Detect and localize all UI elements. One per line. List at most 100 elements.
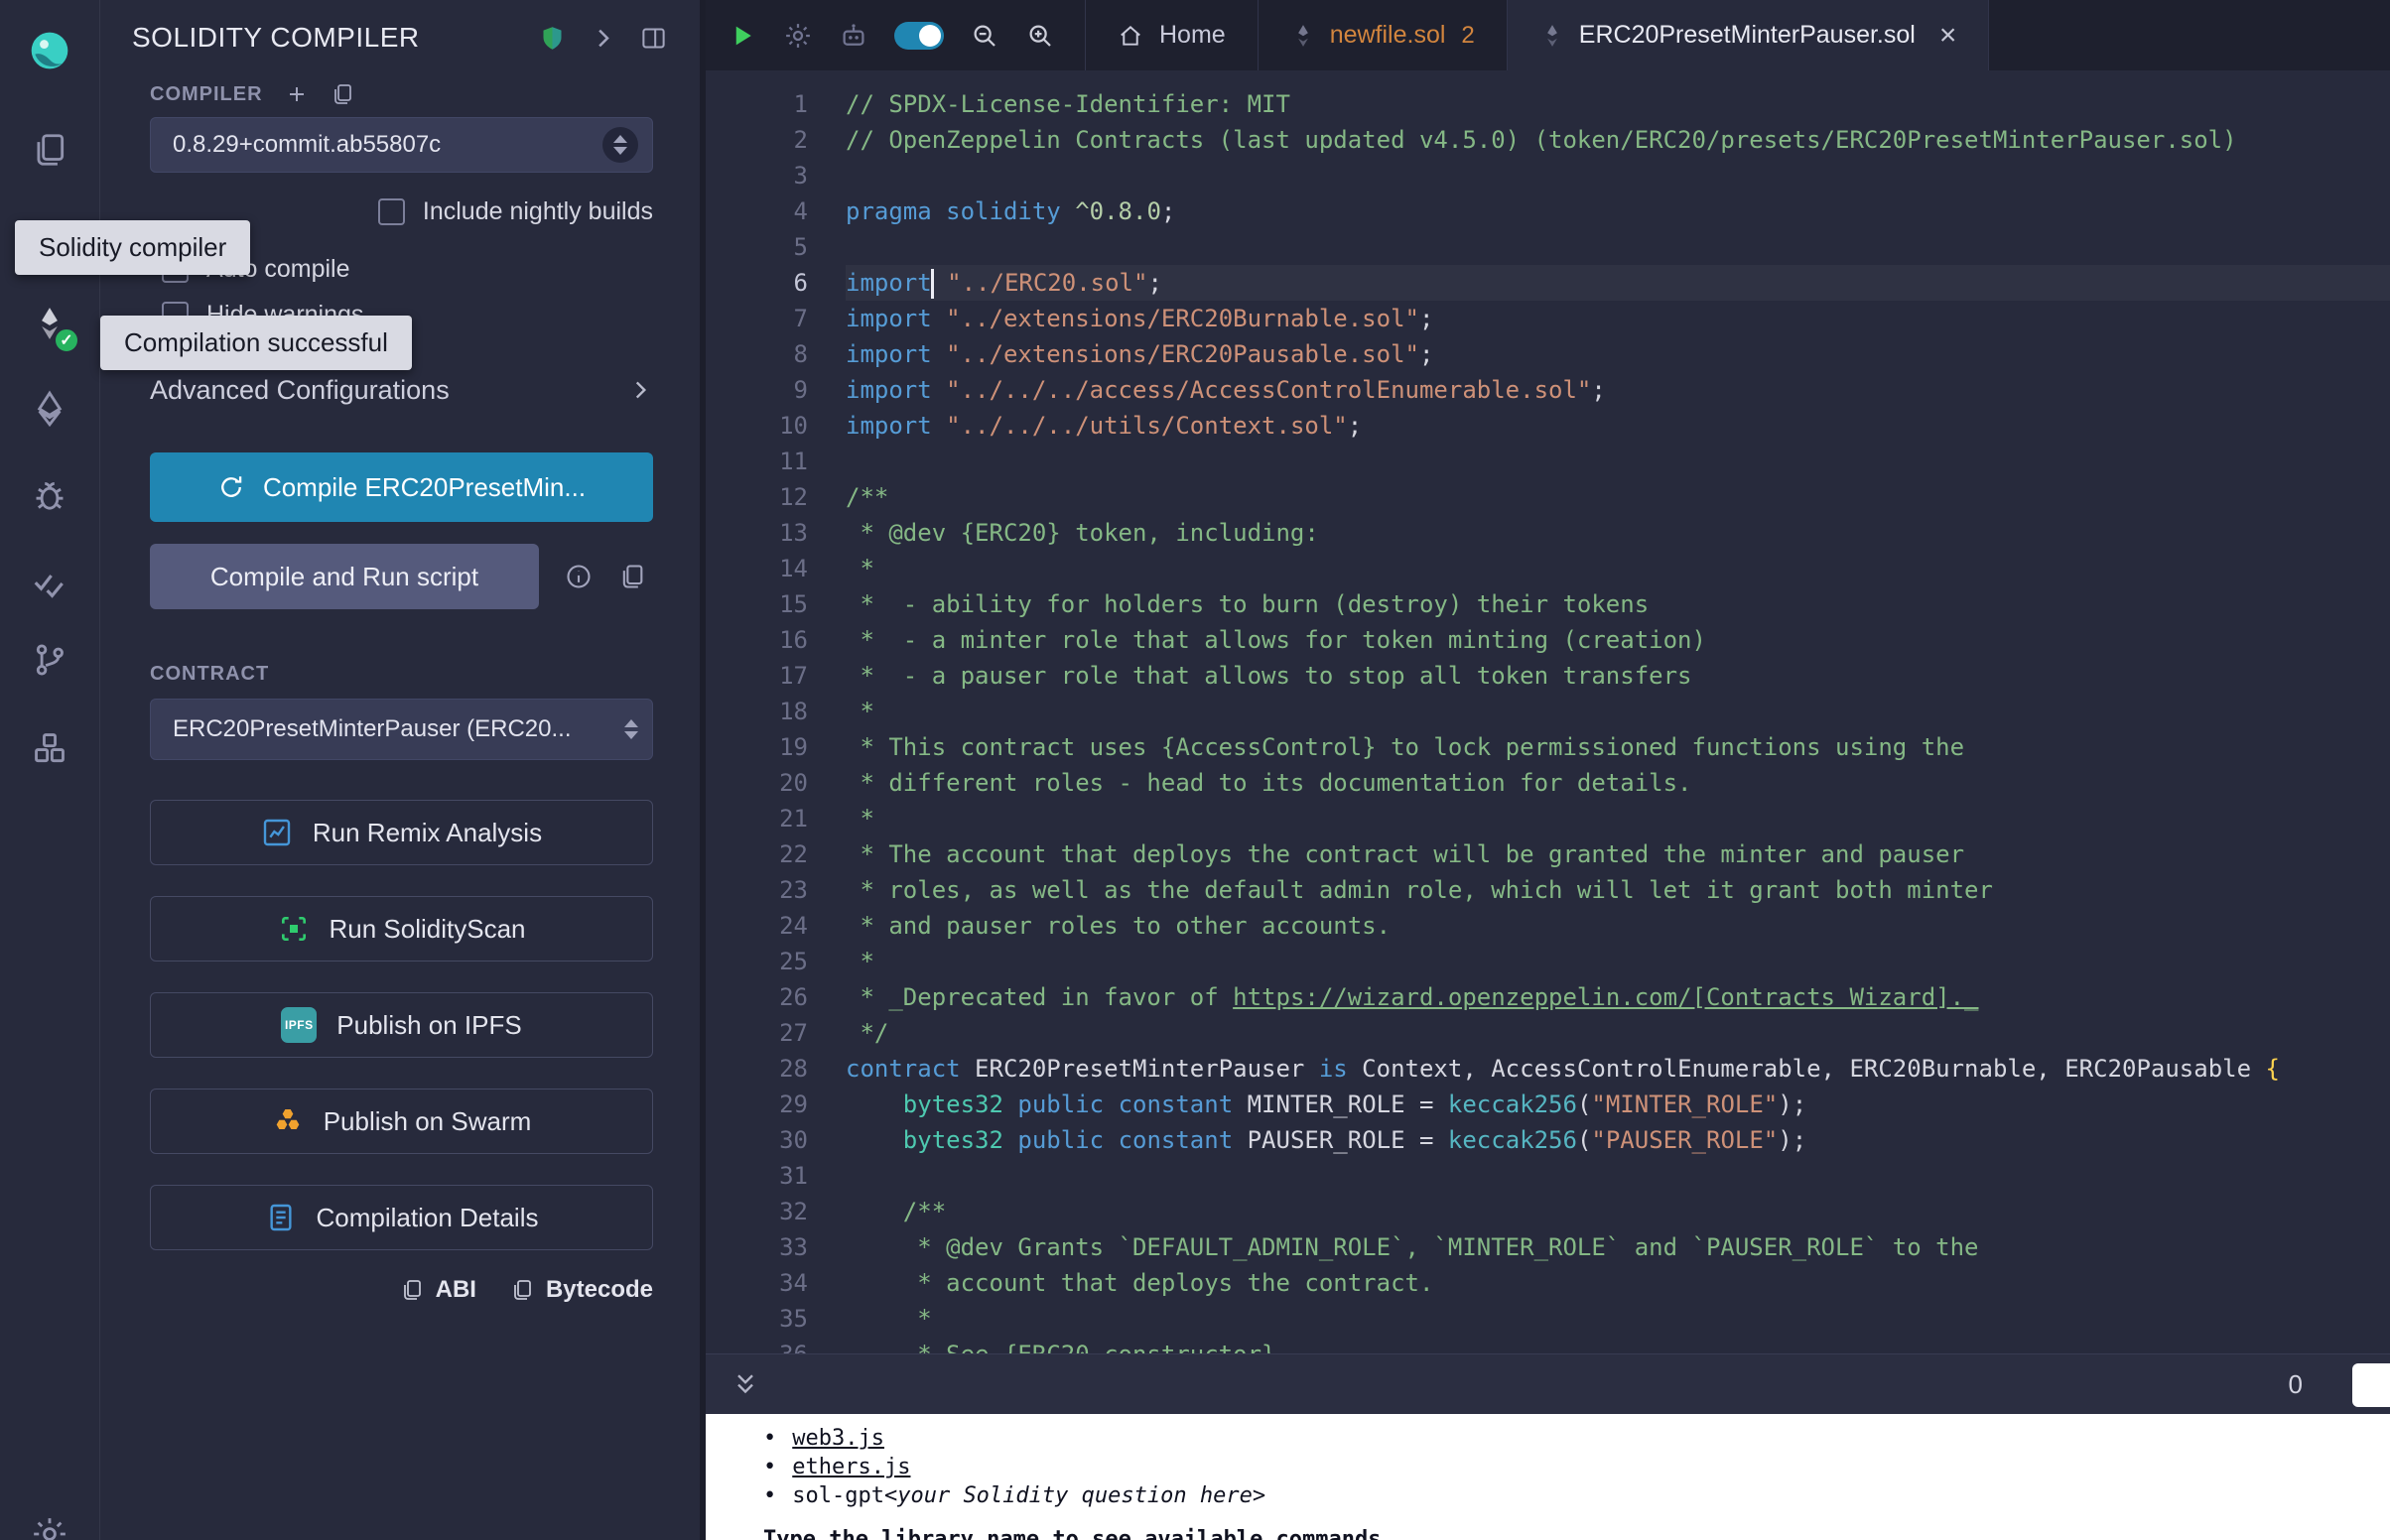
ipfs-icon: IPFS	[281, 1007, 317, 1043]
terminal-text: sol-gpt	[792, 1481, 884, 1510]
code-line[interactable]: * account that deploys the contract.	[846, 1265, 2390, 1301]
run-script-play-icon[interactable]	[728, 21, 757, 51]
terminal-library-link[interactable]: web3.js	[792, 1424, 884, 1453]
code-line[interactable]: * - a pauser role that allows to stop al…	[846, 658, 2390, 694]
remix-ide-window: ✓ SOLIDITY COMPILER	[0, 0, 2390, 1540]
code-line[interactable]: bytes32 public constant MINTER_ROLE = ke…	[846, 1087, 2390, 1122]
panel-resize-handle[interactable]	[700, 0, 706, 1540]
run-remix-analysis-button[interactable]: Run Remix Analysis	[150, 800, 653, 865]
code-line[interactable]: * @dev {ERC20} token, including:	[846, 515, 2390, 551]
editor-code[interactable]: // SPDX-License-Identifier: MIT// OpenZe…	[846, 86, 2390, 1353]
info-icon[interactable]	[565, 563, 593, 590]
code-line[interactable]: * See {ERC20-constructor}.	[846, 1337, 2390, 1353]
remix-logo-icon[interactable]	[28, 26, 71, 75]
solidity-file-icon	[1290, 23, 1316, 49]
code-line[interactable]: import "../../../access/AccessControlEnu…	[846, 372, 2390, 408]
code-line[interactable]: import "../extensions/ERC20Pausable.sol"…	[846, 336, 2390, 372]
code-line[interactable]: *	[846, 1301, 2390, 1337]
line-number: 20	[706, 765, 808, 801]
advanced-configurations-row[interactable]: Advanced Configurations	[150, 373, 653, 407]
panel-layout-icon[interactable]	[640, 25, 667, 52]
code-line[interactable]: bytes32 public constant PAUSER_ROLE = ke…	[846, 1122, 2390, 1158]
code-line[interactable]: import "../../../utils/Context.sol";	[846, 408, 2390, 444]
code-line[interactable]: * - ability for holders to burn (destroy…	[846, 586, 2390, 622]
code-line[interactable]: *	[846, 694, 2390, 729]
compile-and-run-button[interactable]: Compile and Run script	[150, 544, 539, 609]
code-line[interactable]: *	[846, 944, 2390, 979]
code-editor[interactable]: 1234567891011121314151617181920212223242…	[706, 70, 2390, 1353]
code-line[interactable]: * The account that deploys the contract …	[846, 836, 2390, 872]
code-line[interactable]: import "../ERC20.sol";	[846, 265, 2390, 301]
nightly-builds-checkbox[interactable]	[378, 198, 405, 225]
terminal-library-link[interactable]: ethers.js	[792, 1453, 910, 1481]
settings-gear-icon[interactable]	[28, 1512, 71, 1540]
copy-abi-button[interactable]: ABI	[400, 1276, 476, 1304]
publish-on-swarm-button[interactable]: Publish on Swarm	[150, 1089, 653, 1154]
copy-bytecode-button[interactable]: Bytecode	[510, 1276, 653, 1304]
deploy-and-run-icon[interactable]	[28, 387, 71, 431]
chevron-right-icon[interactable]	[590, 25, 616, 52]
compilation-details-button[interactable]: Compilation Details	[150, 1185, 653, 1250]
close-tab-icon[interactable]: ×	[1939, 21, 1957, 51]
shield-security-icon[interactable]	[539, 25, 566, 52]
terminal-placeholder-text: <your Solidity question here>	[884, 1481, 1265, 1510]
code-line[interactable]: * This contract uses {AccessControl} to …	[846, 729, 2390, 765]
unit-testing-icon[interactable]	[28, 562, 71, 605]
code-line[interactable]	[846, 158, 2390, 193]
sync-icon	[217, 473, 245, 501]
code-line[interactable]: * roles, as well as the default admin ro…	[846, 872, 2390, 908]
code-line[interactable]: // SPDX-License-Identifier: MIT	[846, 86, 2390, 122]
compile-button[interactable]: Compile ERC20PresetMin...	[150, 452, 653, 522]
git-branch-icon[interactable]	[28, 638, 71, 682]
code-line[interactable]: * - a minter role that allows for token …	[846, 622, 2390, 658]
publish-on-ipfs-button[interactable]: IPFS Publish on IPFS	[150, 992, 653, 1058]
code-line[interactable]: */	[846, 1015, 2390, 1051]
line-number: 17	[706, 658, 808, 694]
copy-script-icon[interactable]	[618, 563, 646, 590]
compile-and-run-label: Compile and Run script	[210, 562, 478, 592]
code-line[interactable]: * and pauser roles to other accounts.	[846, 908, 2390, 944]
code-line[interactable]: * different roles - head to its document…	[846, 765, 2390, 801]
code-line[interactable]: *	[846, 801, 2390, 836]
bullet-icon: •	[763, 1453, 776, 1481]
code-line[interactable]	[846, 229, 2390, 265]
code-line[interactable]: contract ERC20PresetMinterPauser is Cont…	[846, 1051, 2390, 1087]
run-solidityscan-button[interactable]: Run SolidityScan	[150, 896, 653, 962]
terminal-search-input[interactable]	[2352, 1363, 2390, 1407]
compiler-version-select[interactable]: 0.8.29+commit.ab55807c	[150, 117, 653, 173]
expand-terminal-icon[interactable]	[731, 1370, 759, 1398]
ai-copilot-toggle[interactable]	[894, 22, 944, 50]
zoom-out-icon[interactable]	[970, 21, 999, 51]
line-number: 2	[706, 122, 808, 158]
code-line[interactable]: *	[846, 551, 2390, 586]
zoom-in-icon[interactable]	[1025, 21, 1055, 51]
terminal-output[interactable]: •web3.js•ethers.js•sol-gpt <your Solidit…	[706, 1414, 2390, 1540]
add-compiler-icon[interactable]	[285, 82, 309, 106]
tooltip-compilation-successful: Compilation successful	[100, 316, 412, 370]
script-config-gear-icon[interactable]	[783, 21, 813, 51]
code-line[interactable]	[846, 444, 2390, 479]
code-line[interactable]: import "../extensions/ERC20Burnable.sol"…	[846, 301, 2390, 336]
line-chart-icon	[261, 817, 293, 848]
code-line[interactable]	[846, 1158, 2390, 1194]
terminal: 0 •web3.js•ethers.js•sol-gpt <your Solid…	[706, 1353, 2390, 1540]
tab-erc20presetminterpauser[interactable]: ERC20PresetMinterPauser.sol ×	[1508, 0, 1990, 70]
code-line[interactable]: * @dev Grants `DEFAULT_ADMIN_ROLE`, `MIN…	[846, 1229, 2390, 1265]
tab-newfile[interactable]: newfile.sol 2	[1259, 0, 1508, 70]
code-line[interactable]: /**	[846, 1194, 2390, 1229]
code-line[interactable]: /**	[846, 479, 2390, 515]
file-explorer-icon[interactable]	[28, 128, 71, 172]
ai-copilot-robot-icon[interactable]	[839, 21, 868, 51]
debugger-bug-icon[interactable]	[28, 473, 71, 517]
code-line[interactable]: * _Deprecated in favor of https://wizard…	[846, 979, 2390, 1015]
tab-home[interactable]: Home	[1085, 0, 1259, 70]
solidity-compiler-icon[interactable]: ✓	[28, 302, 71, 345]
contract-select[interactable]: ERC20PresetMinterPauser (ERC20...	[150, 699, 653, 760]
code-line[interactable]: pragma solidity ^0.8.0;	[846, 193, 2390, 229]
plugin-manager-icon[interactable]	[28, 726, 71, 770]
compiler-section-label: COMPILER	[150, 83, 263, 106]
copy-version-icon[interactable]	[331, 82, 354, 106]
compile-button-label: Compile ERC20PresetMin...	[263, 472, 586, 503]
action-label: Compilation Details	[317, 1203, 539, 1233]
code-line[interactable]: // OpenZeppelin Contracts (last updated …	[846, 122, 2390, 158]
